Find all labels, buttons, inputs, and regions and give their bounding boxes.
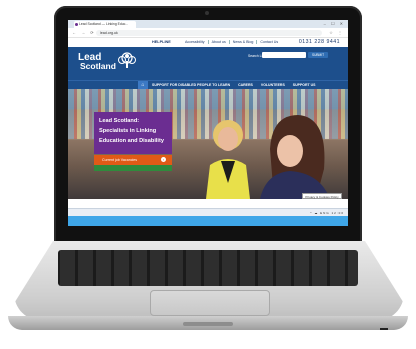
hero-banner: Lead Scotland: Specialists in Linking Ed… <box>68 89 348 199</box>
site-header: Lead Scotland Search Lit SUBMIT <box>68 47 348 80</box>
utility-links: Accessibility About us News & Blog Contact … <box>182 40 281 44</box>
system-tray[interactable]: ^ ☁ ENG 12:00 <box>310 211 344 215</box>
vacancies-label: Current job Vacancies <box>102 158 138 162</box>
browser-nav-icons[interactable]: ← → ⟳ <box>72 30 96 35</box>
utility-bar: HELPLINE Accessibility About us News & Blo… <box>68 38 348 47</box>
browser-menu-icons[interactable]: ☆ ⋮ <box>329 30 344 35</box>
nav-item-volunteers[interactable]: VOLUNTEERS <box>261 83 285 87</box>
hero-heading: Lead Scotland: Specialists in Linking Ed… <box>94 112 172 154</box>
site-logo[interactable]: Lead Scotland <box>78 53 116 71</box>
link-accessibility[interactable]: Accessibility <box>182 40 209 44</box>
helpline-link[interactable]: HELPLINE <box>152 40 171 44</box>
search-input[interactable] <box>262 52 306 58</box>
tree-logo-icon <box>118 52 136 68</box>
status-led <box>380 328 388 330</box>
keyboard <box>58 250 358 286</box>
laptop-lid: Lead Scotland — Linking Educ... – ☐ ✕ ← … <box>54 6 362 244</box>
website: HELPLINE Accessibility About us News & Blo… <box>68 38 348 208</box>
link-about[interactable]: About us <box>208 40 230 44</box>
webcam <box>205 11 209 15</box>
nav-item-support[interactable]: SUPPORT FOR DISABLED PEOPLE TO LEARN <box>152 83 230 87</box>
search-label: Search Lit <box>248 54 264 58</box>
link-contact[interactable]: Contact Us <box>257 40 281 44</box>
lid-opening-notch <box>183 322 233 326</box>
tab-title: Lead Scotland — Linking Educ... <box>79 22 129 26</box>
favicon-icon <box>75 23 78 26</box>
browser-tab[interactable]: Lead Scotland — Linking Educ... <box>74 21 136 28</box>
vacancies-button[interactable]: Current job Vacancies › <box>94 155 172 165</box>
arrow-right-icon: › <box>161 157 166 162</box>
trackpad <box>150 290 270 316</box>
nav-item-support-us[interactable]: SUPPORT US <box>293 83 316 87</box>
desktop-wallpaper-strip <box>68 216 348 226</box>
logo-line2: Scotland <box>80 61 116 71</box>
address-bar: ← → ⟳ lead.org.uk ☆ ⋮ <box>68 28 348 38</box>
window-controls[interactable]: – ☐ ✕ <box>324 21 345 26</box>
search-submit-button[interactable]: SUBMIT <box>308 52 328 58</box>
browser-tab-bar: Lead Scotland — Linking Educ... – ☐ ✕ <box>68 20 348 28</box>
laptop-screen: Lead Scotland — Linking Educ... – ☐ ✕ ← … <box>68 20 348 226</box>
hero-person-dark-hair <box>260 115 330 199</box>
cookie-notice[interactable]: Privacy & Cookies Policy <box>302 193 342 199</box>
green-accent-bar <box>94 165 172 171</box>
nav-item-carers[interactable]: CARERS <box>238 83 253 87</box>
url-field[interactable]: lead.org.uk <box>96 29 322 36</box>
link-news[interactable]: News & Blog <box>229 40 258 44</box>
phone-number: 0131 228 9441 <box>298 39 340 45</box>
hero-person-blonde <box>206 120 250 199</box>
